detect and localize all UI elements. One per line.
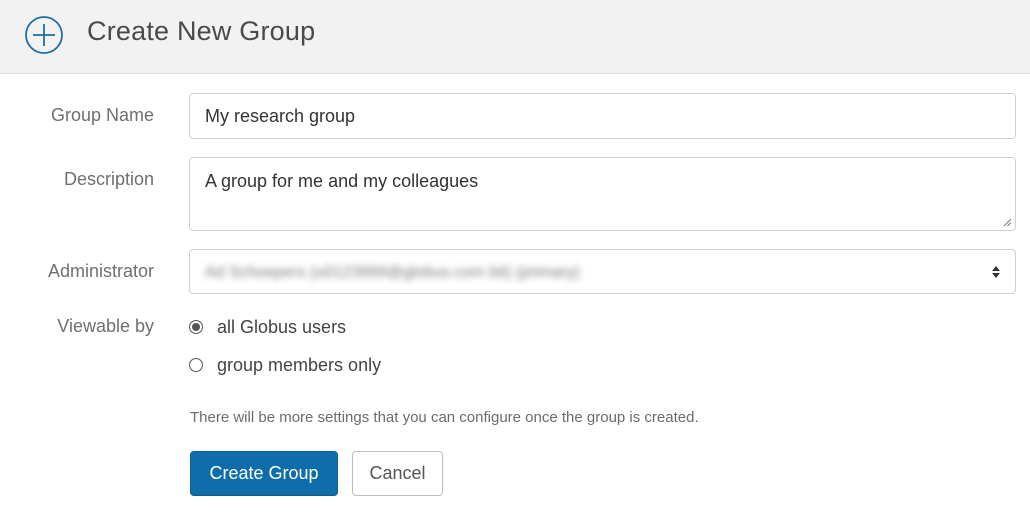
resize-handle-icon[interactable] [1003,218,1012,227]
description-text: A group for me and my colleagues [205,171,479,191]
page-header: Create New Group [0,0,1030,74]
administrator-label: Administrator [47,261,154,281]
radio-button-selected[interactable] [189,320,203,334]
create-group-button[interactable]: Create Group [190,451,338,496]
description-label: Description [63,169,154,189]
radio-label: all Globus users [217,316,347,337]
select-arrows-icon [992,266,1000,278]
group-name-label: Group Name [50,105,154,125]
description-textarea[interactable]: A group for me and my colleagues [189,157,1016,231]
plus-circle-icon [25,16,63,54]
cancel-button[interactable]: Cancel [352,451,443,496]
page-title: Create New Group [87,16,316,46]
settings-hint: There will be more settings that you can… [190,409,699,426]
viewable-by-label: Viewable by [57,316,154,336]
radio-button[interactable] [189,358,203,372]
radio-label: group members only [217,354,382,375]
group-name-input[interactable]: My research group [189,93,1016,139]
radio-option-group-members-only[interactable]: group members only [189,353,381,377]
administrator-select[interactable]: Ad Schoepers (u0123999@globus.com bit) (… [189,249,1016,294]
radio-option-all-globus-users[interactable]: all Globus users [189,315,346,339]
radio-dot-icon [192,323,200,331]
administrator-value: Ad Schoepers (u0123999@globus.com bit) (… [205,264,580,281]
